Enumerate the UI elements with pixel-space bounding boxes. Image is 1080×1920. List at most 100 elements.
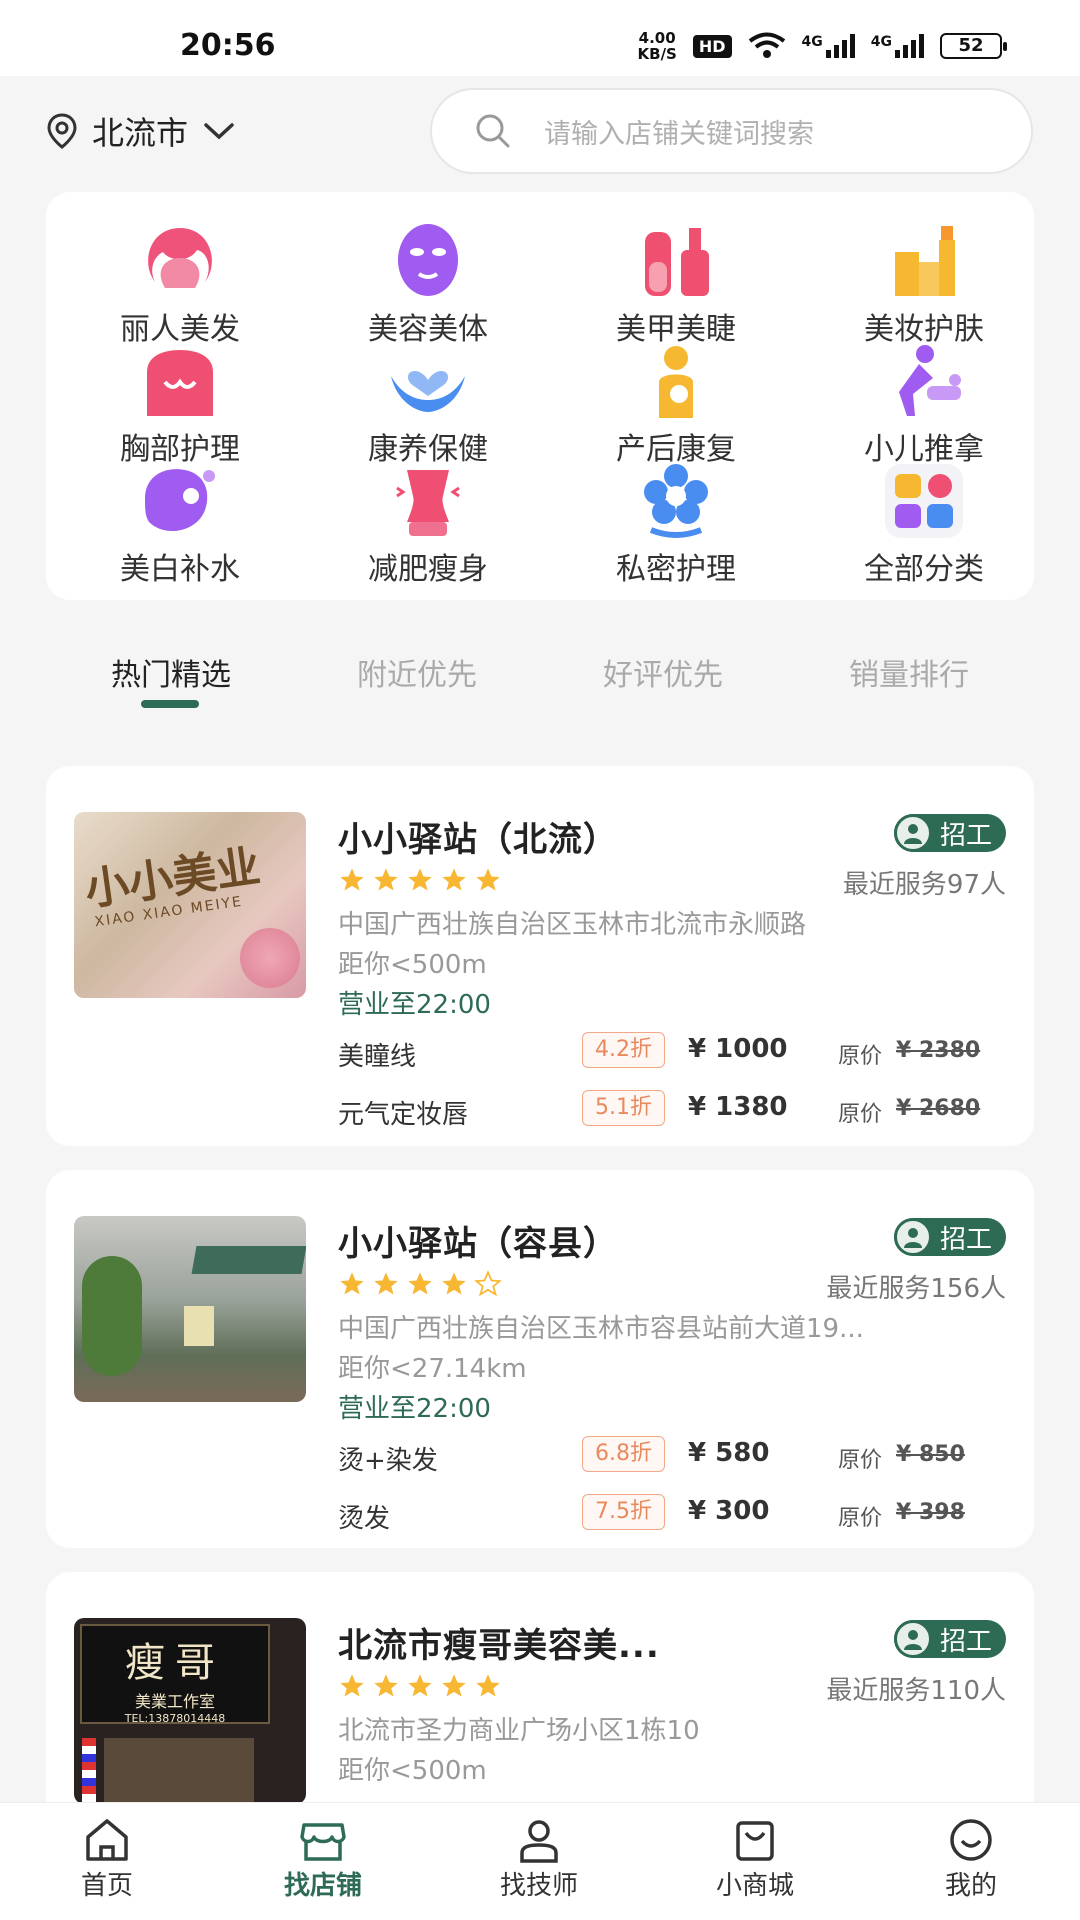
star-icon [374,868,398,891]
heart-hands-icon [391,371,465,412]
whitening-icon [145,469,215,532]
tab-sales[interactable]: 销量排行 [784,650,1034,694]
category-nails[interactable]: 美甲美睫 [566,222,786,348]
original-price-label: 原价 [838,1448,883,1473]
all-categories-icon [885,464,963,538]
person-icon [520,1820,558,1863]
star-empty-icon [474,1270,502,1297]
poster-shape [184,1306,214,1346]
star-icon [476,1674,500,1697]
face-mask-icon [398,224,458,296]
search-icon [476,114,510,148]
served-count: 最近服务110人 [826,1676,1006,1706]
worker-icon [893,1620,932,1658]
star-icon [340,1674,364,1697]
store-distance: 距你<27.14km [338,1354,527,1384]
star-icon [476,868,500,891]
status-icons: 4.00 KB/S HD 4G 4G 52 [638,30,1007,62]
served-count: 最近服务156人 [826,1274,1006,1304]
store-card[interactable]: 小小驿站（容县） 招工 最近服务156人 中国广西壮族自治区玉林市容县站前大道1… [46,1170,1034,1548]
category-postpartum[interactable]: 产后康复 [566,342,786,468]
original-price-label: 原价 [838,1102,883,1127]
service-name: 元气定妆唇 [338,1100,469,1130]
location-selector[interactable]: 北流市 [46,108,236,154]
category-all[interactable]: 全部分类 [814,462,1034,588]
tab-rating[interactable]: 好评优先 [538,650,788,694]
star-icon [442,1674,466,1697]
service-row[interactable]: 美瞳线 4.2折 ¥ 1000 原价 ¥ 2380 [338,1032,1006,1072]
store-photo: 小小美业 XIAO XIAO MEIYE [74,812,306,998]
hire-badge[interactable]: 招工 [893,1218,1006,1256]
category-grid: 丽人美发 美容美体 美甲美睫 美妆护肤 胸部护理 康养保健 产后康复 小儿推拿 … [46,192,1034,600]
store-photo: 瘦哥 美業工作室 TEL:13878014448 [74,1618,306,1804]
nav-find-technician[interactable]: 找技师 [464,1817,614,1902]
store-sign: 瘦哥 美業工作室 TEL:13878014448 [80,1624,270,1725]
hire-badge[interactable]: 招工 [893,814,1006,852]
service-row[interactable]: 元气定妆唇 5.1折 ¥ 1380 原价 ¥ 2680 [338,1090,1006,1130]
tree-shape [82,1256,142,1376]
awning-shape [191,1246,306,1274]
store-name: 小小驿站（容县） [338,1224,618,1264]
service-price: ¥ 1000 [688,1034,788,1064]
home-icon [86,1819,128,1861]
nav-home[interactable]: 首页 [32,1817,182,1902]
category-whitening[interactable]: 美白补水 [70,462,290,588]
star-icon [340,868,364,891]
category-private-care[interactable]: 私密护理 [566,462,786,588]
bag-icon [736,1821,774,1861]
smile-icon [950,1819,992,1861]
store-address: 中国广西壮族自治区玉林市北流市永顺路 [338,910,807,940]
category-wellness[interactable]: 康养保健 [318,342,538,468]
slimming-icon [396,470,460,536]
star-icon [374,1272,398,1295]
category-chest-care[interactable]: 胸部护理 [70,342,290,468]
original-price-label: 原价 [838,1506,883,1531]
discount-badge: 6.8折 [582,1436,665,1472]
search-placeholder: 请输入店铺关键词搜索 [544,118,814,150]
store-distance: 距你<500m [338,1756,487,1786]
service-name: 烫+染发 [338,1446,438,1476]
hire-badge[interactable]: 招工 [893,1620,1006,1658]
store-distance: 距你<500m [338,950,487,980]
decor-flowers [240,928,300,988]
rating-stars [338,866,502,894]
nav-mine[interactable]: 我的 [896,1817,1046,1902]
discount-badge: 5.1折 [582,1090,665,1126]
nav-mall[interactable]: 小商城 [680,1817,830,1902]
star-icon [408,868,432,891]
store-photo [74,1216,306,1402]
service-name: 美瞳线 [338,1042,417,1072]
original-price: ¥ 2680 [896,1096,981,1121]
status-bar: 20:56 4.00 KB/S HD 4G 4G 52 [0,0,1080,76]
category-makeup[interactable]: 美妆护肤 [814,222,1034,348]
category-hair[interactable]: 丽人美发 [70,222,290,348]
barber-pole [82,1738,96,1804]
service-row[interactable]: 烫发 7.5折 ¥ 300 原价 ¥ 398 [338,1494,1006,1534]
storefront-door [104,1738,254,1804]
original-price: ¥ 398 [896,1500,965,1525]
nail-polish-icon [645,228,709,296]
store-card[interactable]: 小小美业 XIAO XIAO MEIYE 小小驿站（北流） 招工 最近服务97人… [46,766,1034,1146]
service-row[interactable]: 烫+染发 6.8折 ¥ 580 原价 ¥ 850 [338,1436,1006,1476]
tab-hot[interactable]: 热门精选 [46,650,296,694]
search-input[interactable]: 请输入店铺关键词搜索 [430,88,1033,174]
signal-icon-2: 4G [871,34,924,58]
category-beauty[interactable]: 美容美体 [318,222,538,348]
original-price: ¥ 850 [896,1442,965,1467]
signal-icon-1: 4G [802,34,855,58]
mother-baby-icon [659,346,693,418]
store-name: 北流市瘦哥美容美... [338,1626,660,1666]
star-icon [408,1272,432,1295]
store-card[interactable]: 瘦哥 美業工作室 TEL:13878014448 北流市瘦哥美容美... 招工 … [46,1572,1034,1822]
cosmetics-icon [895,226,955,296]
category-baby-massage[interactable]: 小儿推拿 [814,342,1034,468]
bottom-nav: 首页 找店铺 找技师 小商城 我的 [0,1802,1080,1920]
store-address: 中国广西壮族自治区玉林市容县站前大道19... [338,1314,864,1344]
service-price: ¥ 300 [688,1496,770,1526]
rating-stars [338,1270,502,1298]
chevron-down-icon [204,123,234,140]
nav-find-shop[interactable]: 找店铺 [248,1817,398,1902]
tab-nearby[interactable]: 附近优先 [292,650,542,694]
category-slimming[interactable]: 减肥瘦身 [318,462,538,588]
service-name: 烫发 [338,1504,391,1534]
